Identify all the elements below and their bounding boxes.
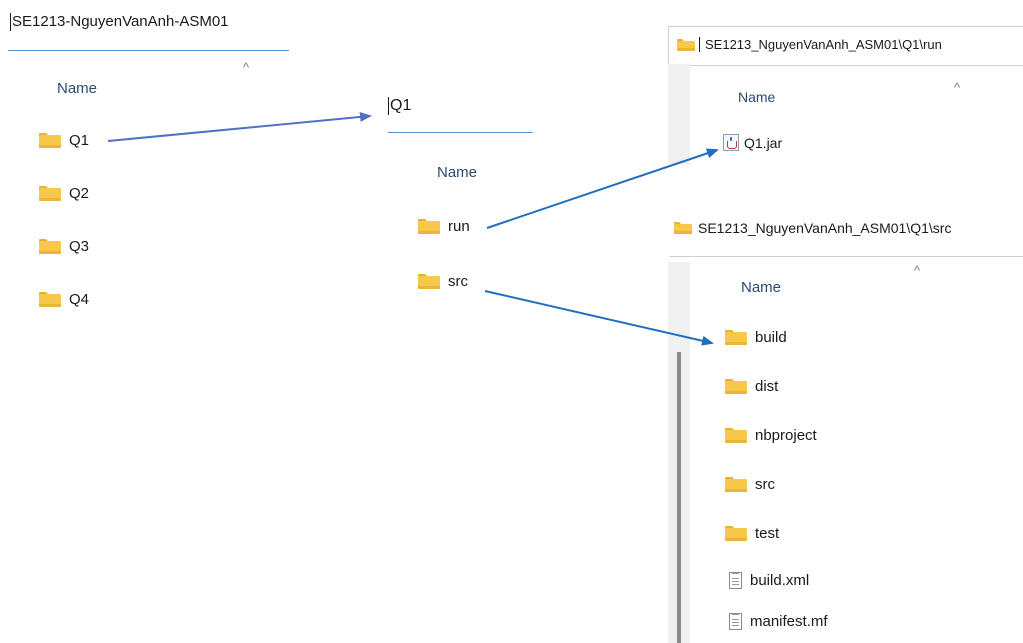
arrow-run-to-run-panel <box>486 148 719 229</box>
arrow-q1-to-q1-folder <box>107 111 372 142</box>
arrow-src-to-src-panel <box>484 290 714 346</box>
annotation-arrows <box>107 111 719 346</box>
